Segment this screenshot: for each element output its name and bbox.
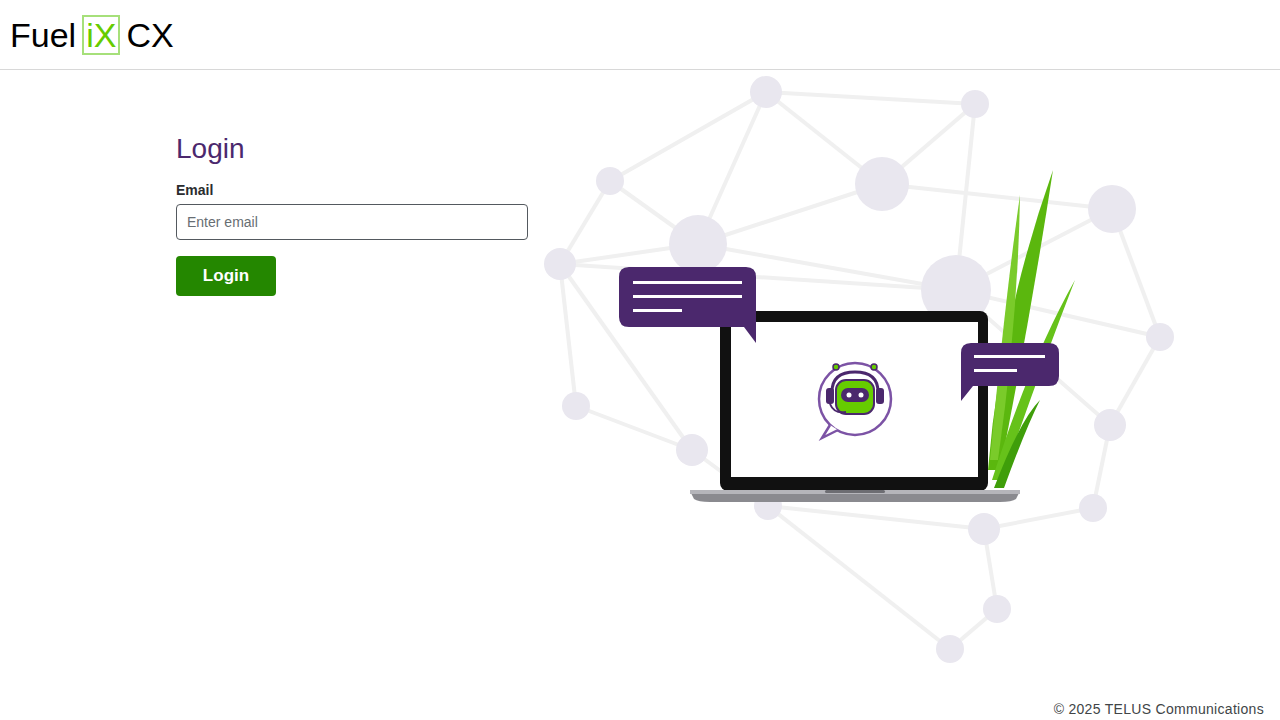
login-form: Login Email Login bbox=[176, 70, 528, 296]
illustration bbox=[540, 72, 1180, 672]
laptop-icon bbox=[690, 311, 1020, 502]
footer: © 2025 TELUS Communications bbox=[0, 698, 1280, 720]
email-input[interactable] bbox=[176, 204, 528, 240]
email-label: Email bbox=[176, 182, 528, 198]
chat-bubble-icon bbox=[619, 267, 756, 343]
login-title: Login bbox=[176, 132, 528, 166]
main: Login Email Login bbox=[0, 70, 1280, 698]
copyright-text: © 2025 TELUS Communications bbox=[1054, 701, 1264, 717]
header: FueliXCX bbox=[0, 0, 1280, 70]
login-button[interactable]: Login bbox=[176, 256, 276, 296]
logo: FueliXCX bbox=[10, 15, 174, 55]
chat-bubble-icon bbox=[961, 343, 1059, 401]
grass-icon bbox=[988, 170, 1075, 488]
network-graphic bbox=[544, 76, 1174, 663]
logo-suffix: CX bbox=[126, 18, 173, 52]
robot-icon bbox=[819, 363, 891, 438]
logo-badge: iX bbox=[82, 15, 120, 55]
login-page: FueliXCX Login Email Login © 2025 TELUS Comm… bbox=[0, 0, 1280, 720]
logo-prefix: Fuel bbox=[10, 18, 76, 52]
